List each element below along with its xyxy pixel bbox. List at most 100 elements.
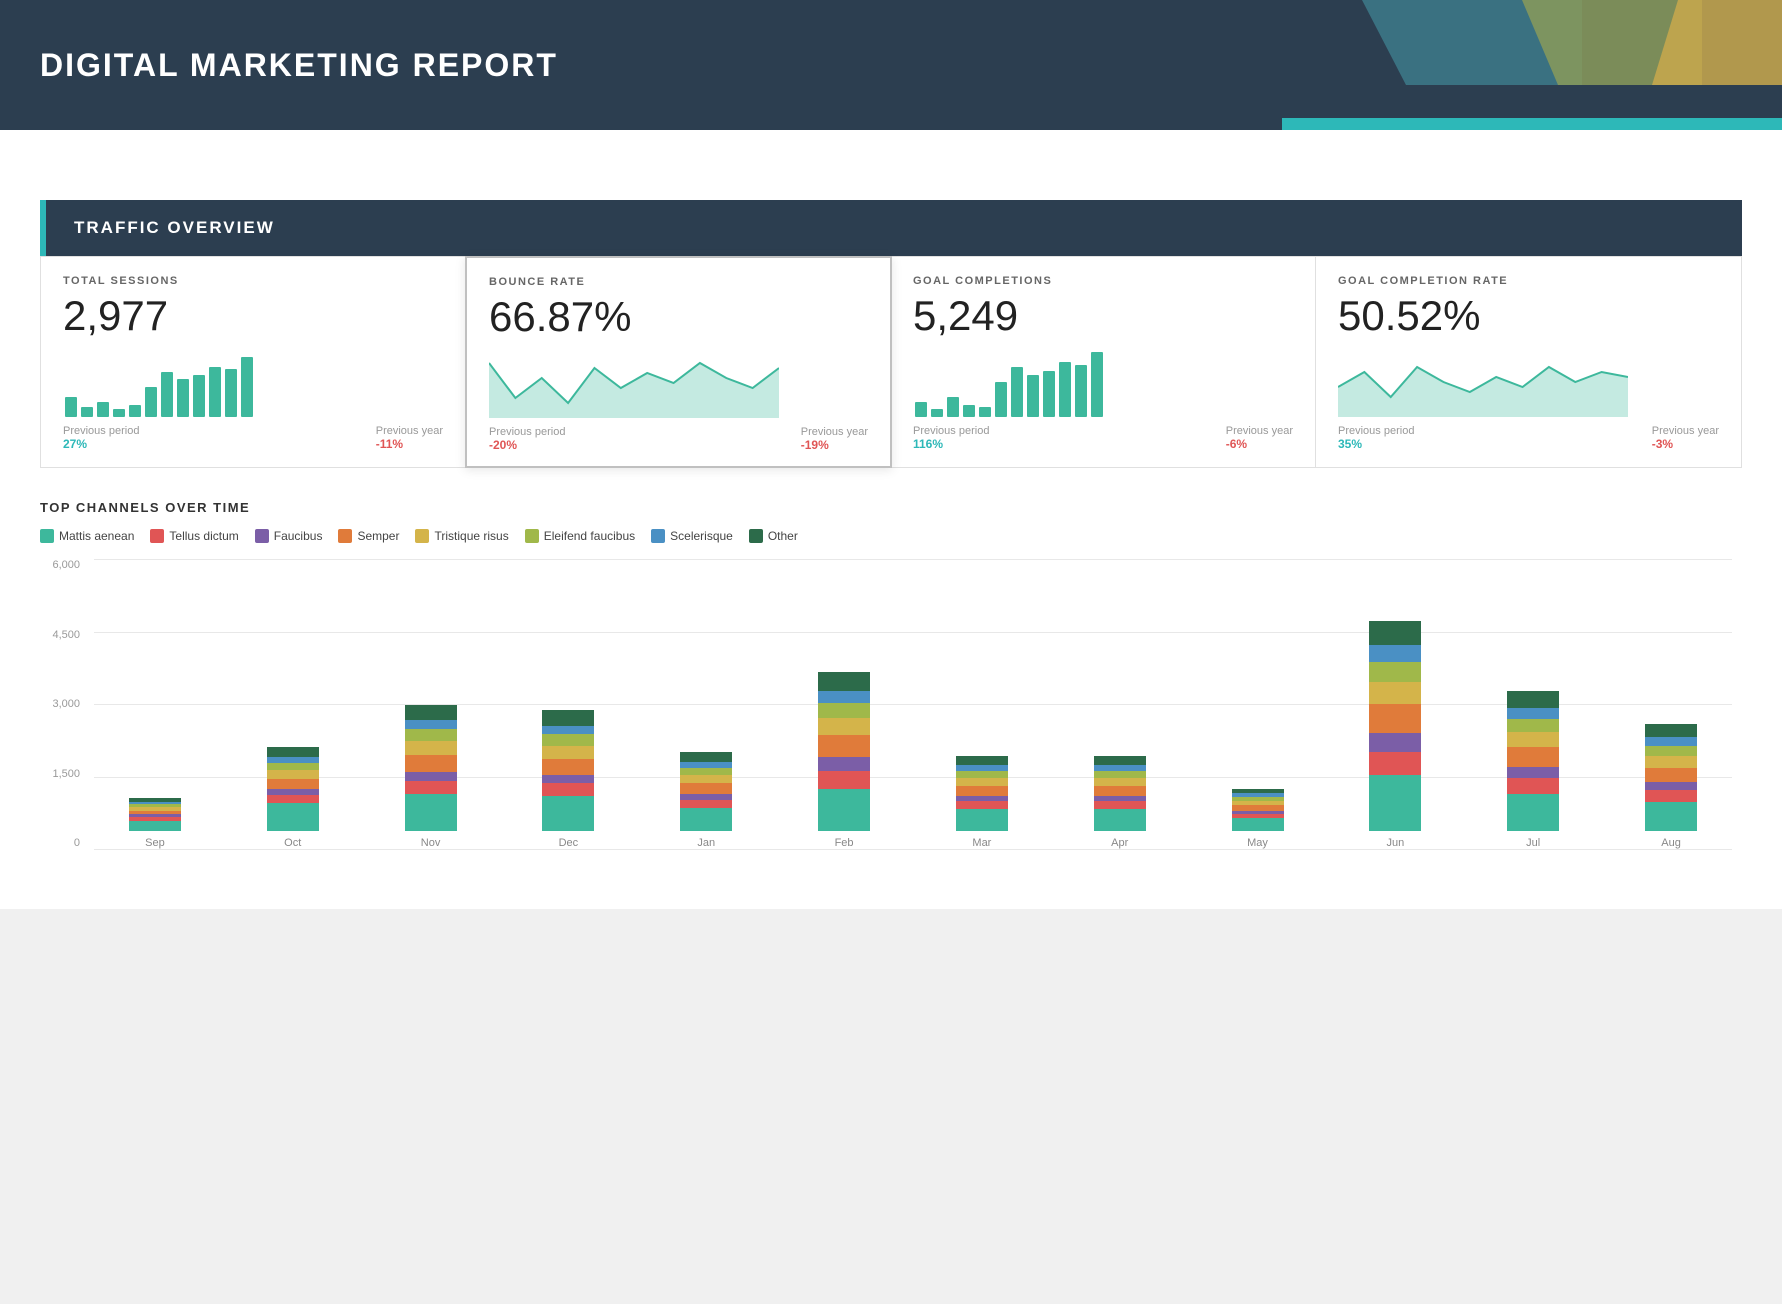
legend-label: Tellus dictum	[169, 529, 238, 543]
bar-segment	[1645, 782, 1697, 790]
bar-segment	[1645, 790, 1697, 802]
bar-segment	[1507, 778, 1559, 793]
bar-segment	[405, 741, 457, 754]
bar-month-label: Jan	[697, 837, 715, 849]
prev-period-block: Previous period -20%	[489, 426, 565, 452]
bar-segment	[1094, 786, 1146, 796]
kpi-cards-container: TOTAL SESSIONS 2,977 Previous period 27%…	[40, 256, 1742, 468]
legend-label: Mattis aenean	[59, 529, 134, 543]
y-axis-label: 6,000	[40, 559, 80, 571]
bar-segment	[542, 746, 594, 759]
prev-period-pct: -20%	[489, 438, 565, 452]
kpi-value: 2,977	[63, 295, 443, 337]
kpi-value: 50.52%	[1338, 295, 1719, 337]
legend-item: Other	[749, 529, 798, 543]
bar-segment	[956, 786, 1008, 796]
bar-group: May	[1197, 559, 1319, 849]
stacked-bar	[1507, 691, 1559, 831]
stacked-bar	[405, 705, 457, 831]
kpi-card-total-sessions: TOTAL SESSIONS 2,977 Previous period 27%…	[41, 257, 466, 467]
legend-label: Tristique risus	[434, 529, 508, 543]
prev-period-pct: 35%	[1338, 437, 1414, 451]
prev-year-label: Previous year	[1226, 425, 1293, 437]
bar-month-label: Oct	[284, 837, 301, 849]
prev-period-block: Previous period 27%	[63, 425, 139, 451]
page-title: DIGITAL MARKETING REPORT	[40, 47, 558, 84]
bar-month-label: May	[1247, 837, 1268, 849]
bar-segment	[1094, 778, 1146, 786]
legend-item: Mattis aenean	[40, 529, 134, 543]
bar-group: Nov	[370, 559, 492, 849]
bar-segment	[542, 796, 594, 831]
bar-month-label: Sep	[145, 837, 165, 849]
y-axis-label: 4,500	[40, 629, 80, 641]
bar-segment	[1369, 682, 1421, 704]
prev-period-label: Previous period	[63, 425, 139, 437]
mini-chart	[489, 348, 868, 418]
prev-period-label: Previous period	[1338, 425, 1414, 437]
bar-segment	[267, 795, 319, 803]
kpi-value: 5,249	[913, 295, 1293, 337]
bar-segment	[1645, 724, 1697, 738]
legend-label: Other	[768, 529, 798, 543]
stacked-bar	[267, 747, 319, 831]
bar-segment	[1369, 733, 1421, 752]
bar-segment	[1507, 732, 1559, 747]
bar-group: Jan	[645, 559, 767, 849]
bar-segment	[1645, 737, 1697, 745]
y-axis-label: 3,000	[40, 698, 80, 710]
legend-item: Scelerisque	[651, 529, 733, 543]
bar-segment	[542, 734, 594, 746]
bar-month-label: Nov	[421, 837, 441, 849]
bar-segment	[818, 771, 870, 789]
legend-color	[525, 529, 539, 543]
bar-segment	[405, 794, 457, 831]
bar-segment	[680, 808, 732, 831]
kpi-label: TOTAL SESSIONS	[63, 275, 443, 287]
bar-segment	[680, 752, 732, 762]
kpi-footer: Previous period 27% Previous year -11%	[63, 425, 443, 451]
bar-month-label: Dec	[559, 837, 579, 849]
bar-segment	[1369, 704, 1421, 733]
legend-label: Scelerisque	[670, 529, 733, 543]
bar-segment	[1369, 752, 1421, 775]
legend-color	[255, 529, 269, 543]
kpi-card-goal-completions: GOAL COMPLETIONS 5,249 Previous period 1…	[891, 257, 1316, 467]
bar-group: Aug	[1610, 559, 1732, 849]
prev-year-pct: -11%	[376, 437, 443, 451]
bar-segment	[1094, 771, 1146, 778]
bar-segment	[1507, 708, 1559, 719]
bar-segment	[818, 703, 870, 718]
stacked-bar	[129, 798, 181, 831]
legend-color	[415, 529, 429, 543]
prev-period-label: Previous period	[489, 426, 565, 438]
prev-year-block: Previous year -3%	[1652, 425, 1719, 451]
bar-month-label: Aug	[1661, 837, 1681, 849]
bar-segment	[1094, 809, 1146, 831]
bar-group: Sep	[94, 559, 216, 849]
bar-segment	[1507, 691, 1559, 708]
bar-segment	[267, 803, 319, 831]
legend-item: Tristique risus	[415, 529, 508, 543]
bar-segment	[267, 779, 319, 789]
prev-year-pct: -3%	[1652, 437, 1719, 451]
decor-teal-stripe	[1282, 118, 1782, 130]
bar-segment	[956, 809, 1008, 831]
bar-segment	[956, 771, 1008, 778]
bar-segment	[405, 781, 457, 794]
kpi-label: GOAL COMPLETIONS	[913, 275, 1293, 287]
chart-legend: Mattis aenean Tellus dictum Faucibus Sem…	[40, 529, 1742, 543]
bar-segment	[680, 800, 732, 808]
bar-segment	[818, 789, 870, 831]
stacked-bar	[1369, 621, 1421, 831]
bar-segment	[405, 772, 457, 780]
legend-color	[338, 529, 352, 543]
bar-segment	[680, 783, 732, 794]
prev-year-block: Previous year -19%	[801, 426, 868, 452]
stacked-bar	[680, 752, 732, 831]
bar-segment	[818, 672, 870, 691]
bar-segment	[267, 763, 319, 770]
stacked-bar	[1232, 789, 1284, 831]
prev-period-pct: 116%	[913, 437, 989, 451]
legend-item: Semper	[338, 529, 399, 543]
